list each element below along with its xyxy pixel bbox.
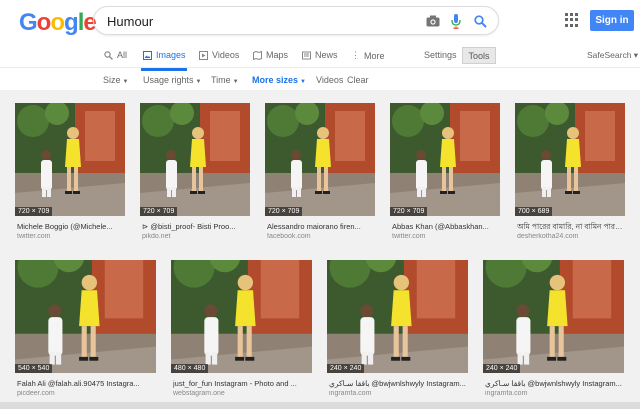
filter-size[interactable]: Size ▼ <box>103 75 128 85</box>
tab-label: Maps <box>266 50 289 60</box>
result-thumbnail[interactable]: 720 × 709 <box>140 103 250 216</box>
result-thumbnail[interactable]: 240 × 240 <box>483 260 624 373</box>
search-input[interactable] <box>107 13 407 30</box>
logo-letter: o <box>50 9 65 36</box>
result-source[interactable]: twitter.com <box>17 233 125 240</box>
image-dimensions-badge: 540 × 540 <box>15 364 53 373</box>
more-icon: ⋮ <box>351 50 360 60</box>
google-logo[interactable]: Google <box>19 9 97 37</box>
filter-videos[interactable]: Videos <box>316 75 343 85</box>
result-source[interactable]: picdeer.com <box>17 390 156 397</box>
result-title[interactable]: باققا سـاكري @bwjwnlshwyly Instagram... <box>485 379 624 388</box>
result-title[interactable]: just_for_fun Instagram - Photo and ... <box>173 379 312 388</box>
video-icon <box>199 50 208 60</box>
image-dimensions-badge: 720 × 709 <box>140 207 178 216</box>
tab-videos[interactable]: Videos <box>199 50 239 60</box>
logo-letter: g <box>64 9 79 36</box>
clear-filters-link[interactable]: Clear <box>347 75 369 85</box>
tab-label: More <box>364 50 385 61</box>
tab-images[interactable]: Images <box>143 50 186 60</box>
result-thumbnail[interactable]: 720 × 709 <box>390 103 500 216</box>
tools-button[interactable]: Tools <box>462 47 496 64</box>
result-thumbnail[interactable]: 700 × 689 <box>515 103 625 216</box>
tab-label: Images <box>156 50 186 60</box>
result-source[interactable]: desherkotha24.com <box>517 233 625 240</box>
logo-letter: o <box>36 9 52 36</box>
settings-link[interactable]: Settings <box>424 50 457 60</box>
result-source[interactable]: ingramfa.com <box>329 390 468 397</box>
sign-in-button[interactable]: Sign in <box>590 10 634 31</box>
image-dimensions-badge: 240 × 240 <box>327 364 365 373</box>
tab-label: News <box>315 50 338 60</box>
map-icon <box>253 50 262 60</box>
result-source[interactable]: pikdo.net <box>142 233 250 240</box>
apps-grid-icon[interactable] <box>565 13 579 27</box>
result-title[interactable]: Michele Boggio (@Michele... <box>17 222 125 231</box>
search-icon[interactable] <box>471 12 489 30</box>
result-source[interactable]: facebook.com <box>267 233 375 240</box>
result-thumbnail[interactable]: 720 × 709 <box>265 103 375 216</box>
filter-bar: Size ▼ Usage rights ▼ Time ▼ More sizes ▼ Vi… <box>0 70 640 90</box>
result-source[interactable]: twitter.com <box>392 233 500 240</box>
search-icon <box>104 50 113 60</box>
image-dimensions-badge: 240 × 240 <box>483 364 521 373</box>
logo-letter: G <box>19 9 38 36</box>
image-dimensions-badge: 720 × 709 <box>15 207 53 216</box>
result-source[interactable]: ingramfa.com <box>485 390 624 397</box>
result-title[interactable]: ⊳ @bisti_proof- Bisti Proo... <box>142 222 250 231</box>
tab-label: Videos <box>212 50 240 60</box>
filter-time[interactable]: Time ▼ <box>211 75 239 85</box>
search-box[interactable] <box>93 6 499 35</box>
result-title[interactable]: Abbas Khan (@Abbaskhan... <box>392 222 500 231</box>
camera-icon[interactable] <box>424 12 442 30</box>
result-thumbnail[interactable]: 720 × 709 <box>15 103 125 216</box>
microphone-icon[interactable] <box>447 12 465 30</box>
tab-more[interactable]: ⋮ More <box>351 50 385 61</box>
image-dimensions-badge: 720 × 709 <box>265 207 303 216</box>
image-dimensions-badge: 700 × 689 <box>515 207 553 216</box>
tab-label: All <box>117 50 128 60</box>
tab-all[interactable]: All <box>104 50 127 60</box>
horizontal-scrollbar[interactable] <box>0 402 640 409</box>
filter-usage-rights[interactable]: Usage rights ▼ <box>143 75 201 85</box>
image-dimensions-badge: 480 × 480 <box>171 364 209 373</box>
tab-maps[interactable]: Maps <box>253 50 288 60</box>
search-tabs: All Images Videos Maps News ⋮ More <box>0 44 640 71</box>
image-icon <box>143 50 152 60</box>
result-title[interactable]: Falah Ali @falah.ali.90475 Instagra... <box>17 379 156 388</box>
result-thumbnail[interactable]: 540 × 540 <box>15 260 156 373</box>
result-title[interactable]: باققا سـاكري @bwjwnlshwyly Instagram... <box>329 379 468 388</box>
image-dimensions-badge: 720 × 709 <box>390 207 428 216</box>
tab-news[interactable]: News <box>302 50 338 60</box>
result-title[interactable]: Alessandro maiorano firen... <box>267 222 375 231</box>
result-source[interactable]: webstagram.one <box>173 390 312 397</box>
header-divider <box>0 67 640 68</box>
result-thumbnail[interactable]: 480 × 480 <box>171 260 312 373</box>
result-thumbnail[interactable]: 240 × 240 <box>327 260 468 373</box>
filter-more-sizes[interactable]: More sizes ▼ <box>252 75 306 85</box>
safesearch-dropdown[interactable]: SafeSearch ▾ <box>587 50 638 61</box>
news-icon <box>302 51 311 59</box>
